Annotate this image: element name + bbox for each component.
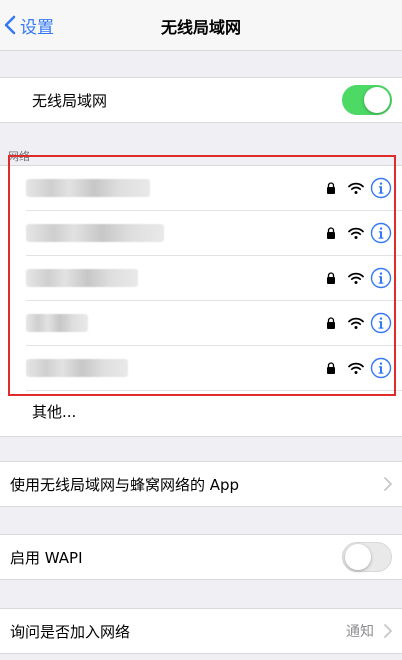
info-icon[interactable] (370, 177, 392, 199)
network-row[interactable] (26, 346, 402, 391)
wapi-row-label: 启用 WAPI (10, 548, 83, 567)
network-row[interactable] (26, 166, 402, 211)
ask-join-group: 询问是否加入网络 通知 (0, 608, 402, 654)
info-icon[interactable] (370, 267, 392, 289)
info-icon[interactable] (370, 357, 392, 379)
apps-row-label: 使用无线局域网与蜂窝网络的 App (10, 475, 240, 494)
ask-join-row[interactable]: 询问是否加入网络 通知 (0, 609, 402, 653)
other-network-label: 其他... (32, 403, 77, 421)
wifi-icon (348, 362, 364, 374)
wifi-icon (348, 317, 364, 329)
network-name-redacted (26, 224, 164, 242)
lock-icon (327, 182, 335, 194)
lock-icon (327, 227, 335, 239)
info-icon[interactable] (370, 312, 392, 334)
wapi-toggle-switch[interactable] (342, 542, 392, 572)
toggle-knob (345, 544, 371, 570)
network-row[interactable] (26, 301, 402, 346)
lock-icon (327, 362, 335, 374)
apps-row[interactable]: 使用无线局域网与蜂窝网络的 App (0, 462, 402, 506)
wlan-toggle-group: 无线局域网 (0, 77, 402, 123)
network-name-redacted (26, 179, 150, 197)
network-row[interactable] (26, 256, 402, 301)
wlan-toggle-row: 无线局域网 (0, 78, 402, 122)
wlan-toggle-switch[interactable] (342, 85, 392, 115)
chevron-right-icon (384, 624, 392, 638)
page-title: 无线局域网 (160, 18, 241, 37)
wlan-toggle-label: 无线局域网 (32, 91, 108, 110)
wapi-group: 启用 WAPI (0, 534, 402, 580)
ask-join-label: 询问是否加入网络 (10, 622, 131, 641)
networks-list (0, 165, 402, 437)
network-name-redacted (26, 359, 128, 377)
networks-section-header: 网络 (8, 150, 30, 163)
wapi-row: 启用 WAPI (0, 535, 402, 579)
chevron-right-icon (384, 477, 392, 491)
wifi-icon (348, 272, 364, 284)
wifi-icon (348, 227, 364, 239)
ask-join-value: 通知 (346, 624, 374, 640)
wifi-icon (348, 182, 364, 194)
lock-icon (327, 272, 335, 284)
toggle-knob (364, 87, 390, 113)
info-icon[interactable] (370, 222, 392, 244)
lock-icon (327, 317, 335, 329)
network-name-redacted (26, 269, 138, 287)
navigation-bar: 设置 无线局域网 (0, 0, 402, 51)
network-name-redacted (26, 314, 88, 332)
apps-group: 使用无线局域网与蜂窝网络的 App (0, 461, 402, 507)
network-row[interactable] (26, 211, 402, 256)
